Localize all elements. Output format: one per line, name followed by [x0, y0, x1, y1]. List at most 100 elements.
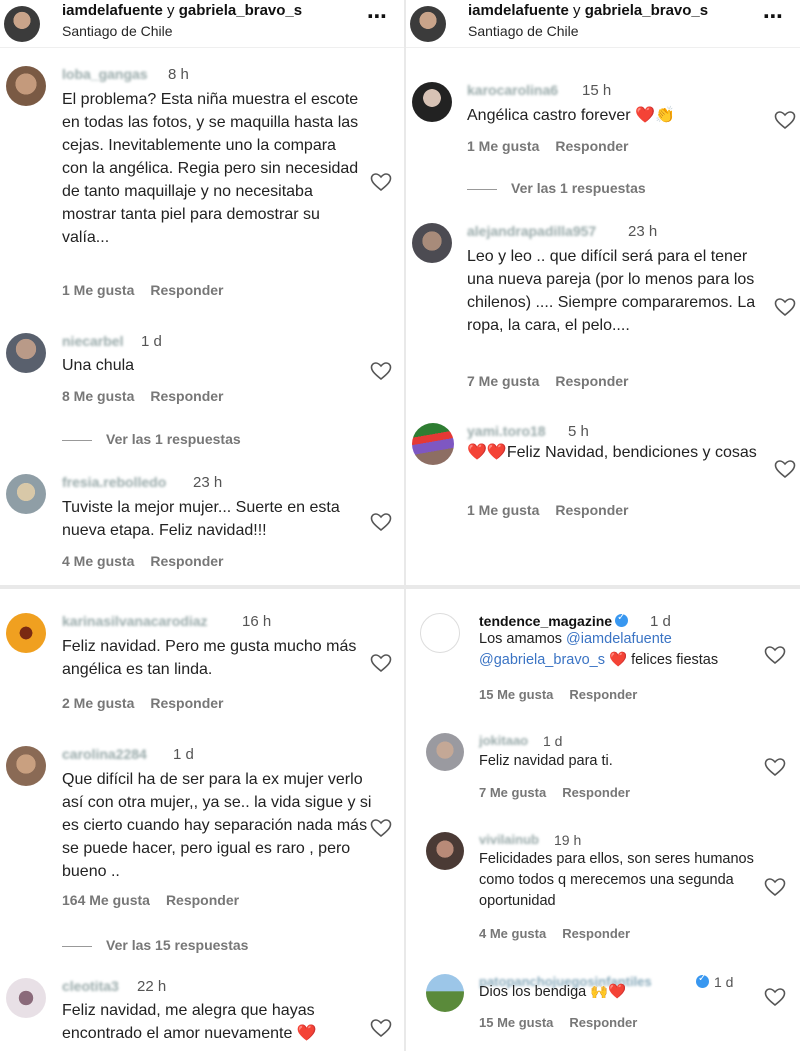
commenter-username[interactable]: loba_gangas [62, 66, 148, 82]
commenter-username[interactable]: tendence_magazine [479, 612, 629, 629]
commenter-username[interactable]: karinasilvanacarodiaz [62, 613, 208, 629]
commenter-username[interactable]: niecarbel [62, 333, 123, 349]
commenter-username[interactable]: jokitaao [479, 733, 528, 748]
commenter-username[interactable]: alejandrapadilla957 [467, 223, 596, 239]
comment-meta: 164 Me gusta Responder [62, 892, 255, 908]
author-2-link[interactable]: gabriela_bravo_s [585, 2, 708, 19]
commenter-username[interactable]: yami.toro18 [467, 423, 546, 439]
comment-time: 16 h [242, 613, 272, 630]
heart-icon[interactable] [370, 818, 392, 838]
comment-meta: 15 Me gusta Responder [479, 687, 653, 702]
commenter-avatar[interactable] [6, 978, 46, 1018]
post-authors[interactable]: iamdelafuente y gabriela_bravo_s [468, 2, 708, 19]
comment-text: Angélica castro forever ❤️👏 [467, 107, 675, 124]
reply-button[interactable]: Responder [150, 553, 223, 569]
heart-icon[interactable] [774, 459, 796, 479]
commenter-username[interactable]: cleotita3 [62, 978, 119, 994]
commenter-username[interactable]: vivilainub [479, 832, 539, 847]
commenter-username[interactable]: karocarolina6 [467, 82, 558, 98]
commenter-avatar[interactable] [426, 974, 464, 1012]
likes-count[interactable]: 15 Me gusta [479, 687, 553, 702]
heart-icon[interactable] [370, 653, 392, 673]
heart-icon[interactable] [370, 1018, 392, 1038]
author-2-link[interactable]: gabriela_bravo_s [179, 2, 302, 19]
comment-text: Felicidades para ellos, son seres humano… [479, 851, 754, 909]
commenter-avatar[interactable] [412, 423, 454, 465]
likes-count[interactable]: 8 Me gusta [62, 388, 134, 404]
mention-link[interactable]: @iamdelafuente [566, 631, 672, 647]
poster-avatar[interactable] [4, 6, 40, 42]
reply-button[interactable]: Responder [150, 695, 223, 711]
heart-icon[interactable] [764, 757, 786, 777]
reply-button[interactable]: Responder [150, 282, 223, 298]
comment-time: 1 d [543, 733, 563, 749]
likes-count[interactable]: 15 Me gusta [479, 1015, 553, 1030]
heart-icon[interactable] [370, 512, 392, 532]
author-1-link[interactable]: iamdelafuente [468, 2, 569, 19]
likes-count[interactable]: 7 Me gusta [467, 373, 539, 389]
heart-icon[interactable] [764, 645, 786, 665]
reply-button[interactable]: Responder [562, 926, 630, 941]
commenter-avatar[interactable] [6, 746, 46, 786]
likes-count[interactable]: 4 Me gusta [62, 553, 134, 569]
heart-icon[interactable] [774, 297, 796, 317]
comment-time: 8 h [168, 66, 189, 83]
likes-count[interactable]: 7 Me gusta [479, 785, 546, 800]
comment-text: Los amamos @iamdelafuente @gabriela_brav… [479, 629, 764, 671]
connector-text: y [167, 2, 175, 19]
comment-time: 1 d [650, 613, 671, 630]
commenter-avatar[interactable] [412, 223, 452, 263]
heart-icon[interactable] [370, 361, 392, 381]
likes-count[interactable]: 1 Me gusta [62, 282, 134, 298]
likes-count[interactable]: 1 Me gusta [467, 502, 539, 518]
reply-button[interactable]: Responder [555, 502, 628, 518]
reply-button[interactable]: Responder [569, 687, 637, 702]
post-location[interactable]: Santiago de Chile [468, 23, 579, 39]
likes-count[interactable]: 2 Me gusta [62, 695, 134, 711]
comments-panel-2: iamdelafuente y gabriela_bravo_s Santiag… [406, 0, 800, 585]
commenter-avatar[interactable] [426, 733, 464, 771]
post-authors[interactable]: iamdelafuente y gabriela_bravo_s [62, 2, 302, 19]
comment-meta: 2 Me gusta Responder [62, 695, 239, 711]
comment-meta: 4 Me gusta Responder [62, 553, 239, 569]
likes-count[interactable]: 164 Me gusta [62, 892, 150, 908]
comments-panel-4: tendence_magazine 1 d Los amamos @iamdel… [406, 589, 800, 1051]
post-location[interactable]: Santiago de Chile [62, 23, 173, 39]
reply-button[interactable]: Responder [150, 388, 223, 404]
view-replies-button[interactable]: Ver las 1 respuestas [467, 180, 646, 196]
comment-text: ❤️❤️Feliz Navidad, bendiciones y cosas [467, 444, 757, 461]
commenter-avatar[interactable] [6, 66, 46, 106]
heart-icon[interactable] [764, 987, 786, 1007]
commenter-username[interactable]: carolina2284 [62, 746, 147, 762]
heart-icon[interactable] [774, 110, 796, 130]
more-options-icon[interactable]: ⋯ [367, 4, 388, 29]
likes-count[interactable]: 1 Me gusta [467, 138, 539, 154]
reply-button[interactable]: Responder [555, 138, 628, 154]
commenter-avatar[interactable] [6, 333, 46, 373]
reply-button[interactable]: Responder [555, 373, 628, 389]
commenter-avatar[interactable] [6, 613, 46, 653]
heart-icon[interactable] [370, 172, 392, 192]
view-replies-button[interactable]: Ver las 15 respuestas [62, 937, 248, 953]
commenter-avatar[interactable] [420, 613, 460, 653]
poster-avatar[interactable] [410, 6, 446, 42]
reply-button[interactable]: Responder [166, 892, 239, 908]
author-1-link[interactable]: iamdelafuente [62, 2, 163, 19]
reply-button[interactable]: Responder [562, 785, 630, 800]
verified-username[interactable]: tendence_magazine [479, 613, 612, 629]
heart-icon[interactable] [764, 877, 786, 897]
post-header: iamdelafuente y gabriela_bravo_s Santiag… [0, 0, 404, 48]
post-header: iamdelafuente y gabriela_bravo_s Santiag… [406, 0, 800, 48]
view-replies-button[interactable]: Ver las 1 respuestas [62, 431, 241, 447]
commenter-username[interactable]: fresia.rebolledo [62, 474, 166, 490]
more-options-icon[interactable]: ⋯ [763, 4, 784, 29]
likes-count[interactable]: 4 Me gusta [479, 926, 546, 941]
comment-text: Tuviste la mejor mujer... Suerte en esta… [62, 499, 340, 539]
commenter-avatar[interactable] [426, 832, 464, 870]
reply-button[interactable]: Responder [569, 1015, 637, 1030]
comment-text: Una chula [62, 357, 135, 374]
commenter-avatar[interactable] [6, 474, 46, 514]
mention-link[interactable]: @gabriela_bravo_s [479, 652, 605, 668]
comments-panel-3: karinasilvanacarodiaz 16 h Feliz navidad… [0, 589, 404, 1051]
commenter-avatar[interactable] [412, 82, 452, 122]
